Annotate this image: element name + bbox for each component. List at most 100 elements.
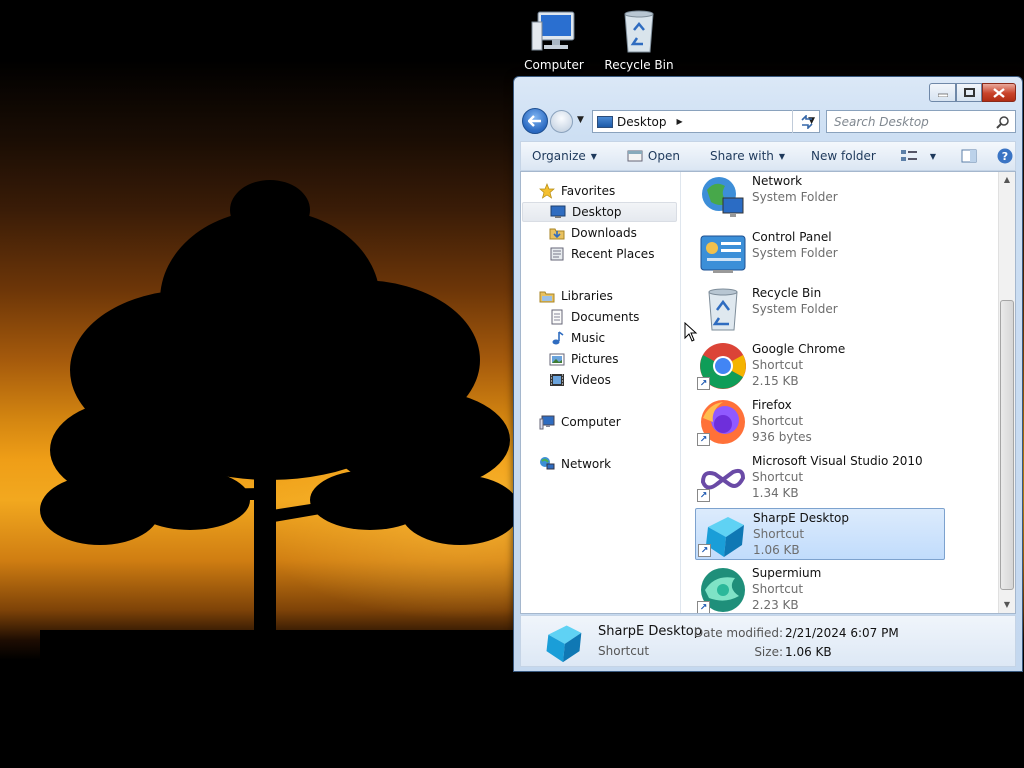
new-folder-button[interactable]: New folder — [802, 144, 885, 168]
nav-item-label: Music — [571, 331, 606, 345]
pictures-icon — [549, 351, 565, 367]
file-name: Control Panel — [752, 230, 832, 244]
chevron-down-icon: ▼ — [590, 151, 597, 161]
file-item-sharpe-desktop[interactable]: ↗ SharpE Desktop Shortcut 1.06 KB — [695, 508, 945, 560]
file-name: SharpE Desktop — [753, 511, 850, 525]
desktop-folder-icon — [550, 204, 566, 220]
nav-network[interactable]: Network — [539, 454, 611, 474]
music-note-icon — [549, 330, 565, 346]
chevron-down-icon: ▼ — [929, 151, 937, 161]
file-name: Network — [752, 174, 803, 188]
shortcut-arrow-icon: ↗ — [697, 433, 710, 446]
file-name: Microsoft Visual Studio 2010 — [752, 454, 923, 468]
nav-network-label: Network — [561, 457, 612, 471]
videos-icon — [549, 372, 565, 388]
nav-computer[interactable]: Computer — [539, 412, 621, 432]
file-type: System Folder — [752, 246, 838, 260]
chevron-down-icon: ▼ — [778, 151, 786, 161]
file-size: 2.15 KB — [752, 374, 799, 388]
scroll-down-icon[interactable]: ▼ — [999, 597, 1015, 613]
svg-text:?: ? — [1002, 150, 1008, 163]
nav-item-desktop[interactable]: Desktop — [522, 202, 677, 222]
preview-pane-button[interactable] — [955, 144, 983, 168]
recycle-bin-icon — [708, 288, 738, 331]
file-item-recycle-bin[interactable]: Recycle Bin System Folder — [695, 284, 945, 336]
share-with-label: Share with — [709, 149, 774, 163]
file-type: Shortcut — [752, 414, 804, 428]
content-panes: Favorites Desktop Downloads Recent Place… — [520, 171, 1016, 614]
maximize-icon — [963, 88, 975, 97]
forward-button[interactable] — [550, 110, 573, 133]
nav-item-videos[interactable]: Videos — [549, 370, 611, 390]
refresh-button[interactable] — [792, 110, 820, 133]
control-panel-icon — [700, 235, 746, 273]
search-placeholder: Search Desktop — [834, 114, 929, 129]
file-type: Shortcut — [752, 470, 804, 484]
help-button[interactable]: ? — [991, 144, 1019, 168]
maximize-button[interactable] — [956, 83, 982, 102]
address-bar[interactable]: Desktop ▶ ▼ — [592, 110, 820, 133]
file-item-visual-studio-2010[interactable]: ↗ Microsoft Visual Studio 2010 Shortcut … — [695, 452, 945, 504]
explorer-window: ▼ Desktop ▶ ▼ Search Desktop Organize ▼ O… — [513, 76, 1023, 672]
breadcrumb-chevron-icon[interactable]: ▶ — [677, 117, 683, 126]
scrollbar-thumb[interactable] — [1000, 300, 1014, 590]
details-file-name: SharpE Desktop — [598, 624, 703, 639]
file-item-control-panel[interactable]: Control Panel System Folder — [695, 228, 945, 280]
nav-computer-label: Computer — [561, 415, 621, 429]
desktop-icon-recycle-bin[interactable]: Recycle Bin — [599, 8, 679, 72]
minimize-button[interactable] — [929, 83, 956, 102]
nav-favorites[interactable]: Favorites — [539, 181, 615, 201]
open-icon — [627, 150, 643, 162]
vertical-scrollbar[interactable]: ▲ ▼ — [998, 172, 1015, 613]
open-label: Open — [647, 149, 680, 163]
share-with-button[interactable]: Share with ▼ — [701, 144, 794, 168]
nav-item-pictures[interactable]: Pictures — [549, 349, 619, 369]
close-button[interactable] — [982, 83, 1016, 102]
recent-places-icon — [549, 246, 565, 262]
organize-button[interactable]: Organize ▼ — [523, 144, 606, 168]
libraries-icon — [539, 288, 555, 304]
star-icon — [539, 183, 555, 199]
computer-icon — [539, 414, 555, 430]
nav-item-recent-places[interactable]: Recent Places — [549, 244, 654, 264]
nav-item-label: Documents — [571, 310, 640, 324]
date-modified-value: 2/21/2024 6:07 PM — [785, 626, 899, 640]
file-size: 936 bytes — [752, 430, 812, 444]
shortcut-arrow-icon: ↗ — [698, 544, 711, 557]
scroll-up-icon[interactable]: ▲ — [999, 172, 1015, 188]
search-box[interactable]: Search Desktop — [826, 110, 1016, 133]
file-name: Google Chrome — [752, 342, 846, 356]
nav-item-label: Desktop — [572, 205, 622, 219]
desktop-icon-label: Computer — [524, 58, 584, 72]
nav-item-music[interactable]: Music — [549, 328, 605, 348]
file-item-network[interactable]: Network System Folder — [695, 172, 945, 224]
search-icon — [996, 116, 1009, 129]
navigation-pane: Favorites Desktop Downloads Recent Place… — [521, 172, 681, 613]
nav-item-label: Downloads — [571, 226, 637, 240]
file-type: System Folder — [752, 190, 838, 204]
back-button[interactable] — [522, 108, 548, 134]
network-icon — [702, 177, 744, 217]
file-type: System Folder — [752, 302, 838, 316]
nav-item-downloads[interactable]: Downloads — [549, 223, 637, 243]
nav-favorites-label: Favorites — [561, 184, 616, 198]
minimize-icon — [937, 93, 948, 97]
tree-silhouette — [40, 180, 560, 690]
file-type: Shortcut — [752, 358, 804, 372]
file-item-supermium[interactable]: ↗ Supermium Shortcut 2.23 KB — [695, 564, 945, 613]
file-item-firefox[interactable]: ↗ Firefox Shortcut 936 bytes — [695, 396, 945, 448]
command-bar: Organize ▼ Open Share with ▼ New folder ▼ … — [520, 141, 1016, 171]
nav-item-documents[interactable]: Documents — [549, 307, 639, 327]
address-location[interactable]: Desktop — [617, 115, 667, 129]
file-list: Network System Folder Control Panel Syst… — [681, 172, 999, 613]
desktop-icon-computer[interactable]: Computer — [514, 8, 594, 72]
close-icon — [993, 87, 1005, 98]
recent-pages-dropdown[interactable]: ▼ — [577, 115, 584, 125]
downloads-folder-icon — [549, 225, 565, 241]
file-item-google-chrome[interactable]: ↗ Google Chrome Shortcut 2.15 KB — [695, 340, 945, 392]
open-button[interactable]: Open — [618, 144, 689, 168]
nav-libraries[interactable]: Libraries — [539, 286, 613, 306]
change-view-button[interactable]: ▼ — [891, 144, 945, 168]
size-label: Size: — [754, 645, 783, 659]
nav-item-label: Recent Places — [571, 247, 655, 261]
